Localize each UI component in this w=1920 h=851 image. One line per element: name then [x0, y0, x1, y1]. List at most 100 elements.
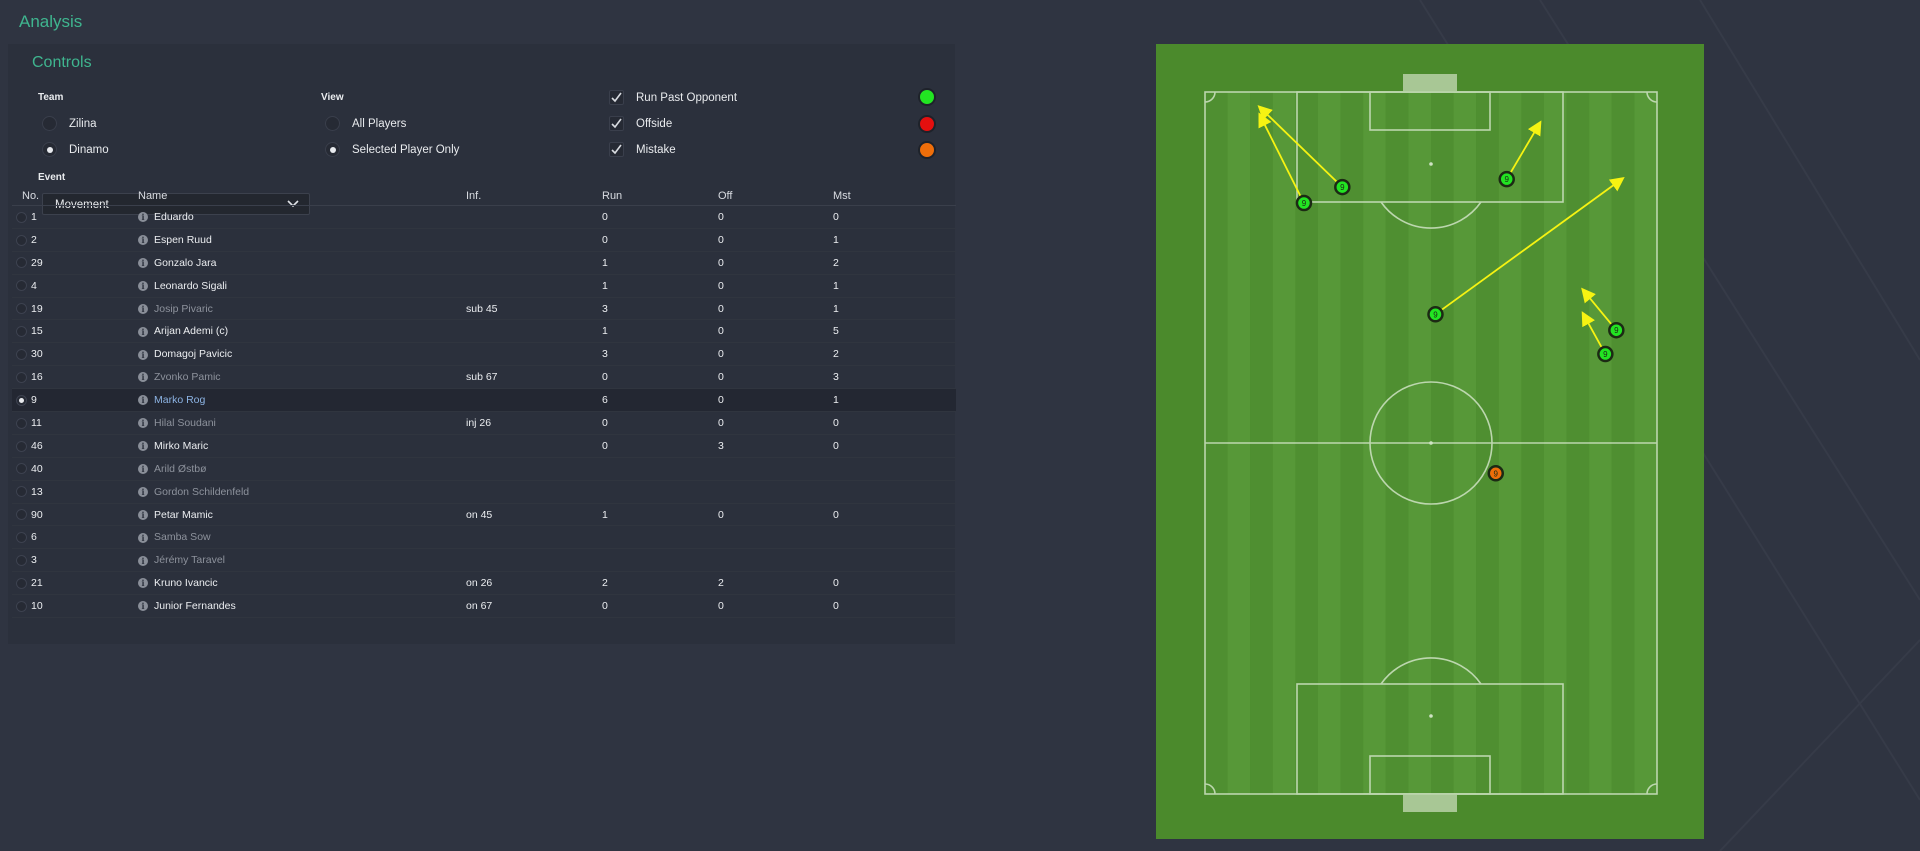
info-icon[interactable]: i — [138, 532, 148, 543]
table-row[interactable]: 3 i Jérémy Taravel — [12, 548, 956, 573]
player-inf — [466, 480, 602, 504]
player-name[interactable]: Kruno Ivancic — [154, 577, 218, 589]
player-name[interactable]: Hilal Soudani — [154, 417, 216, 429]
row-select-radio[interactable] — [16, 326, 27, 338]
table-row[interactable]: 29 i Gonzalo Jara 1 0 2 — [12, 251, 956, 275]
table-row[interactable]: 15 i Arijan Ademi (c) 1 0 5 — [12, 319, 956, 344]
player-name[interactable]: Petar Mamic — [154, 509, 213, 521]
info-icon[interactable]: i — [138, 235, 148, 246]
header-off[interactable]: Off — [718, 186, 833, 206]
info-icon[interactable]: i — [138, 463, 148, 474]
info-icon[interactable]: i — [138, 372, 148, 383]
table-row[interactable]: 11 i Hilal Soudani inj 26 0 0 0 — [12, 411, 956, 435]
player-name[interactable]: Samba Sow — [154, 531, 211, 543]
row-select-radio[interactable] — [16, 234, 27, 246]
filter-offside[interactable]: Offside — [609, 116, 672, 131]
row-select-radio[interactable] — [16, 303, 27, 315]
row-select-radio[interactable] — [16, 509, 27, 521]
info-icon[interactable]: i — [138, 441, 148, 452]
player-inf — [466, 274, 602, 298]
table-row[interactable]: 19 i Josip Pivaric sub 45 3 0 1 — [12, 297, 956, 321]
player-name[interactable]: Zvonko Pamic — [154, 371, 221, 383]
row-select-radio[interactable] — [16, 463, 27, 475]
row-select-radio[interactable] — [16, 211, 27, 223]
player-run — [602, 548, 718, 573]
row-select-radio[interactable] — [16, 440, 27, 452]
player-name[interactable]: Gordon Schildenfeld — [154, 486, 249, 498]
table-row[interactable]: 90 i Petar Mamic on 45 1 0 0 — [12, 503, 956, 527]
header-inf[interactable]: Inf. — [466, 186, 602, 206]
player-name[interactable]: Marko Rog — [154, 394, 205, 406]
player-name[interactable]: Gonzalo Jara — [154, 257, 216, 269]
row-select-radio[interactable] — [16, 280, 27, 292]
table-row[interactable]: 40 i Arild Østbø — [12, 457, 956, 481]
table-row[interactable]: 10 i Junior Fernandes on 67 0 0 0 — [12, 594, 956, 619]
table-row[interactable]: 13 i Gordon Schildenfeld — [12, 480, 956, 504]
header-name[interactable]: Name — [138, 186, 466, 206]
info-icon[interactable]: i — [138, 555, 148, 566]
view-option-all-players[interactable]: All Players — [325, 116, 406, 131]
row-select-radio[interactable] — [16, 349, 27, 360]
radio-button-selected[interactable] — [42, 142, 57, 157]
player-name[interactable]: Mirko Maric — [154, 440, 208, 452]
row-select-radio[interactable] — [16, 532, 27, 544]
info-icon[interactable]: i — [138, 326, 148, 337]
table-row[interactable]: 46 i Mirko Maric 0 3 0 — [12, 434, 956, 458]
checkbox-checked[interactable] — [609, 116, 624, 131]
player-name[interactable]: Arijan Ademi (c) — [154, 325, 228, 337]
player-name[interactable]: Jérémy Taravel — [154, 554, 225, 566]
info-icon[interactable]: i — [138, 486, 148, 497]
filter-run-past-opponent[interactable]: Run Past Opponent — [609, 90, 737, 105]
team-option-zilina[interactable]: Zilina — [42, 116, 96, 131]
row-select-radio[interactable] — [16, 257, 27, 269]
radio-button[interactable] — [42, 116, 57, 131]
player-inf — [466, 342, 602, 367]
player-name[interactable]: Leonardo Sigali — [154, 280, 227, 292]
row-select-radio[interactable] — [16, 486, 27, 498]
info-icon[interactable]: i — [138, 418, 148, 429]
checkbox-checked[interactable] — [609, 142, 624, 157]
info-icon[interactable]: i — [138, 257, 148, 268]
table-row[interactable]: 1 i Eduardo 0 0 0 — [12, 205, 956, 229]
row-select-radio[interactable] — [16, 394, 27, 406]
player-name[interactable]: Josip Pivaric — [154, 303, 213, 315]
info-icon[interactable]: i — [138, 280, 148, 291]
table-row[interactable]: 16 i Zvonko Pamic sub 67 0 0 3 — [12, 365, 956, 390]
header-no[interactable]: No. — [12, 190, 39, 202]
player-event-marker: 9 — [1487, 465, 1505, 482]
filter-mistake[interactable]: Mistake — [609, 142, 676, 157]
info-icon[interactable]: i — [138, 212, 148, 223]
player-mst — [833, 548, 956, 573]
table-row[interactable]: 6 i Samba Sow — [12, 525, 956, 550]
info-icon[interactable]: i — [138, 601, 148, 612]
header-mst[interactable]: Mst — [833, 186, 956, 206]
player-name[interactable]: Arild Østbø — [154, 463, 207, 475]
controls-title: Controls — [32, 54, 92, 71]
info-icon[interactable]: i — [138, 303, 148, 314]
table-row[interactable]: 30 i Domagoj Pavicic 3 0 2 — [12, 342, 956, 367]
player-name[interactable]: Junior Fernandes — [154, 600, 236, 612]
row-select-radio[interactable] — [16, 555, 27, 567]
row-select-radio[interactable] — [16, 371, 27, 383]
row-select-radio[interactable] — [16, 417, 27, 429]
radio-button[interactable] — [325, 116, 340, 131]
row-select-radio[interactable] — [16, 600, 27, 612]
row-select-radio[interactable] — [16, 577, 27, 589]
team-option-dinamo[interactable]: Dinamo — [42, 142, 109, 157]
table-row[interactable]: 21 i Kruno Ivancic on 26 2 2 0 — [12, 571, 956, 596]
table-row[interactable]: 2 i Espen Ruud 0 0 1 — [12, 228, 956, 252]
header-run[interactable]: Run — [602, 186, 718, 206]
checkbox-checked[interactable] — [609, 90, 624, 105]
radio-button-selected[interactable] — [325, 142, 340, 157]
player-name[interactable]: Espen Ruud — [154, 234, 212, 246]
info-icon[interactable]: i — [138, 349, 148, 360]
table-row[interactable]: 4 i Leonardo Sigali 1 0 1 — [12, 274, 956, 298]
view-option-selected-player[interactable]: Selected Player Only — [325, 142, 459, 157]
info-icon[interactable]: i — [138, 395, 148, 406]
table-row[interactable]: 9 i Marko Rog 6 0 1 — [12, 388, 956, 413]
player-off: 3 — [718, 434, 833, 458]
info-icon[interactable]: i — [138, 578, 148, 589]
player-name[interactable]: Eduardo — [154, 211, 194, 223]
info-icon[interactable]: i — [138, 509, 148, 520]
player-name[interactable]: Domagoj Pavicic — [154, 348, 232, 360]
